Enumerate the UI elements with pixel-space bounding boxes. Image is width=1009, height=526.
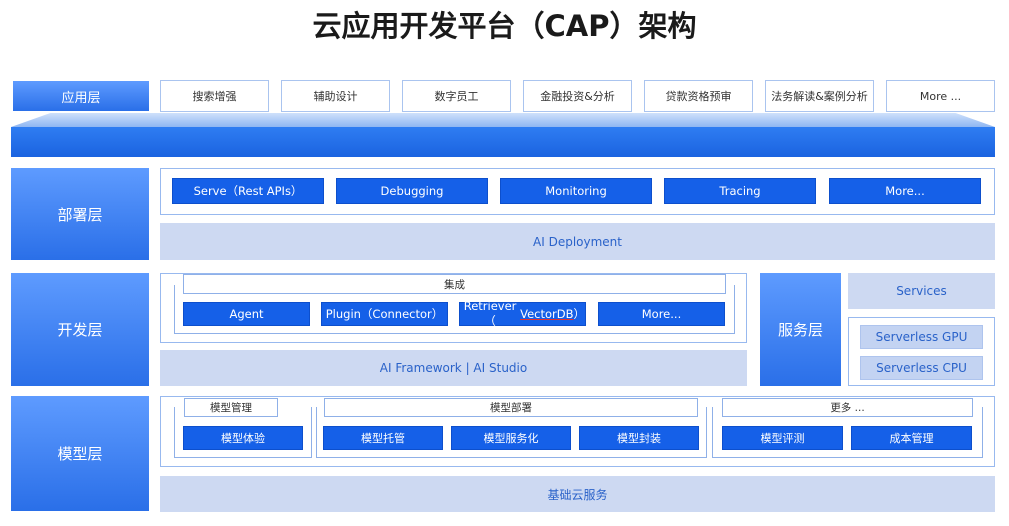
model-deploy-title: 模型部署 [324, 398, 698, 417]
model-experience-button: 模型体验 [183, 426, 303, 450]
app-item-finance-analysis: 金融投资&分析 [523, 80, 632, 112]
integration-title: 集成 [183, 274, 726, 294]
app-item-digital-employee: 数字员工 [402, 80, 511, 112]
app-item-legal-analysis: 法务解读&案例分析 [765, 80, 874, 112]
model-layer-label: 模型层 [11, 396, 149, 511]
retriever-text: Retriever（ [463, 299, 517, 328]
platform-top-bar [11, 113, 995, 127]
dev-retriever-button: Retriever（ VectorDB） [459, 299, 586, 328]
model-hosting-button: 模型托管 [323, 426, 443, 450]
model-packaging-button: 模型封装 [579, 426, 699, 450]
service-layer-label: 服务层 [760, 273, 841, 386]
ai-framework-bar: AI Framework | AI Studio [160, 350, 747, 386]
retriever-vectordb-text: VectorDB [520, 307, 574, 321]
cost-management-button: 成本管理 [851, 426, 972, 450]
platform-base-bar [11, 127, 995, 157]
app-item-assisted-design: 辅助设计 [281, 80, 390, 112]
dev-layer-label: 开发层 [11, 273, 149, 386]
dev-plugin-button: Plugin（Connector） [321, 302, 448, 326]
cloud-infrastructure-bar: 基础云服务 [160, 476, 995, 512]
deploy-debugging-button: Debugging [336, 178, 488, 204]
serverless-gpu-chip: Serverless GPU [860, 325, 983, 349]
retriever-close-paren: ） [573, 307, 586, 321]
dev-more-button: More... [598, 302, 725, 326]
services-bar: Services [848, 273, 995, 309]
app-layer-label: 应用层 [13, 81, 149, 111]
deploy-tracing-button: Tracing [664, 178, 816, 204]
deploy-layer-label: 部署层 [11, 168, 149, 260]
ai-deployment-bar: AI Deployment [160, 223, 995, 260]
model-mgmt-title: 模型管理 [184, 398, 278, 417]
dev-agent-button: Agent [183, 302, 310, 326]
app-item-loan-prequal: 贷款资格预审 [644, 80, 753, 112]
page-title: 云应用开发平台（CAP）架构 [312, 9, 697, 43]
deploy-monitoring-button: Monitoring [500, 178, 652, 204]
model-evaluation-button: 模型评测 [722, 426, 843, 450]
deploy-more-button: More... [829, 178, 981, 204]
app-item-search-enhance: 搜索增强 [160, 80, 269, 112]
model-more-title: 更多 ... [722, 398, 973, 417]
model-serving-button: 模型服务化 [451, 426, 571, 450]
serverless-cpu-chip: Serverless CPU [860, 356, 983, 380]
deploy-serve-button: Serve（Rest APIs） [172, 178, 324, 204]
app-item-more: More ... [886, 80, 995, 112]
